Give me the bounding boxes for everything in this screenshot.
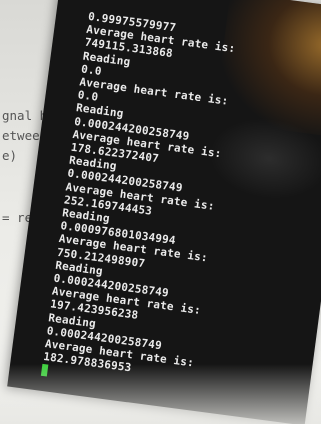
terminal-window: 0.99975579977 Average heart rate is: 749… xyxy=(7,0,321,424)
terminal-cursor[interactable] xyxy=(40,364,49,377)
photo-scene: gnal has p etween su e) = refrac 0.99975… xyxy=(0,0,321,424)
editor-line: e) xyxy=(2,148,18,163)
terminal-output: 0.99975579977 Average heart rate is: 749… xyxy=(40,10,238,396)
